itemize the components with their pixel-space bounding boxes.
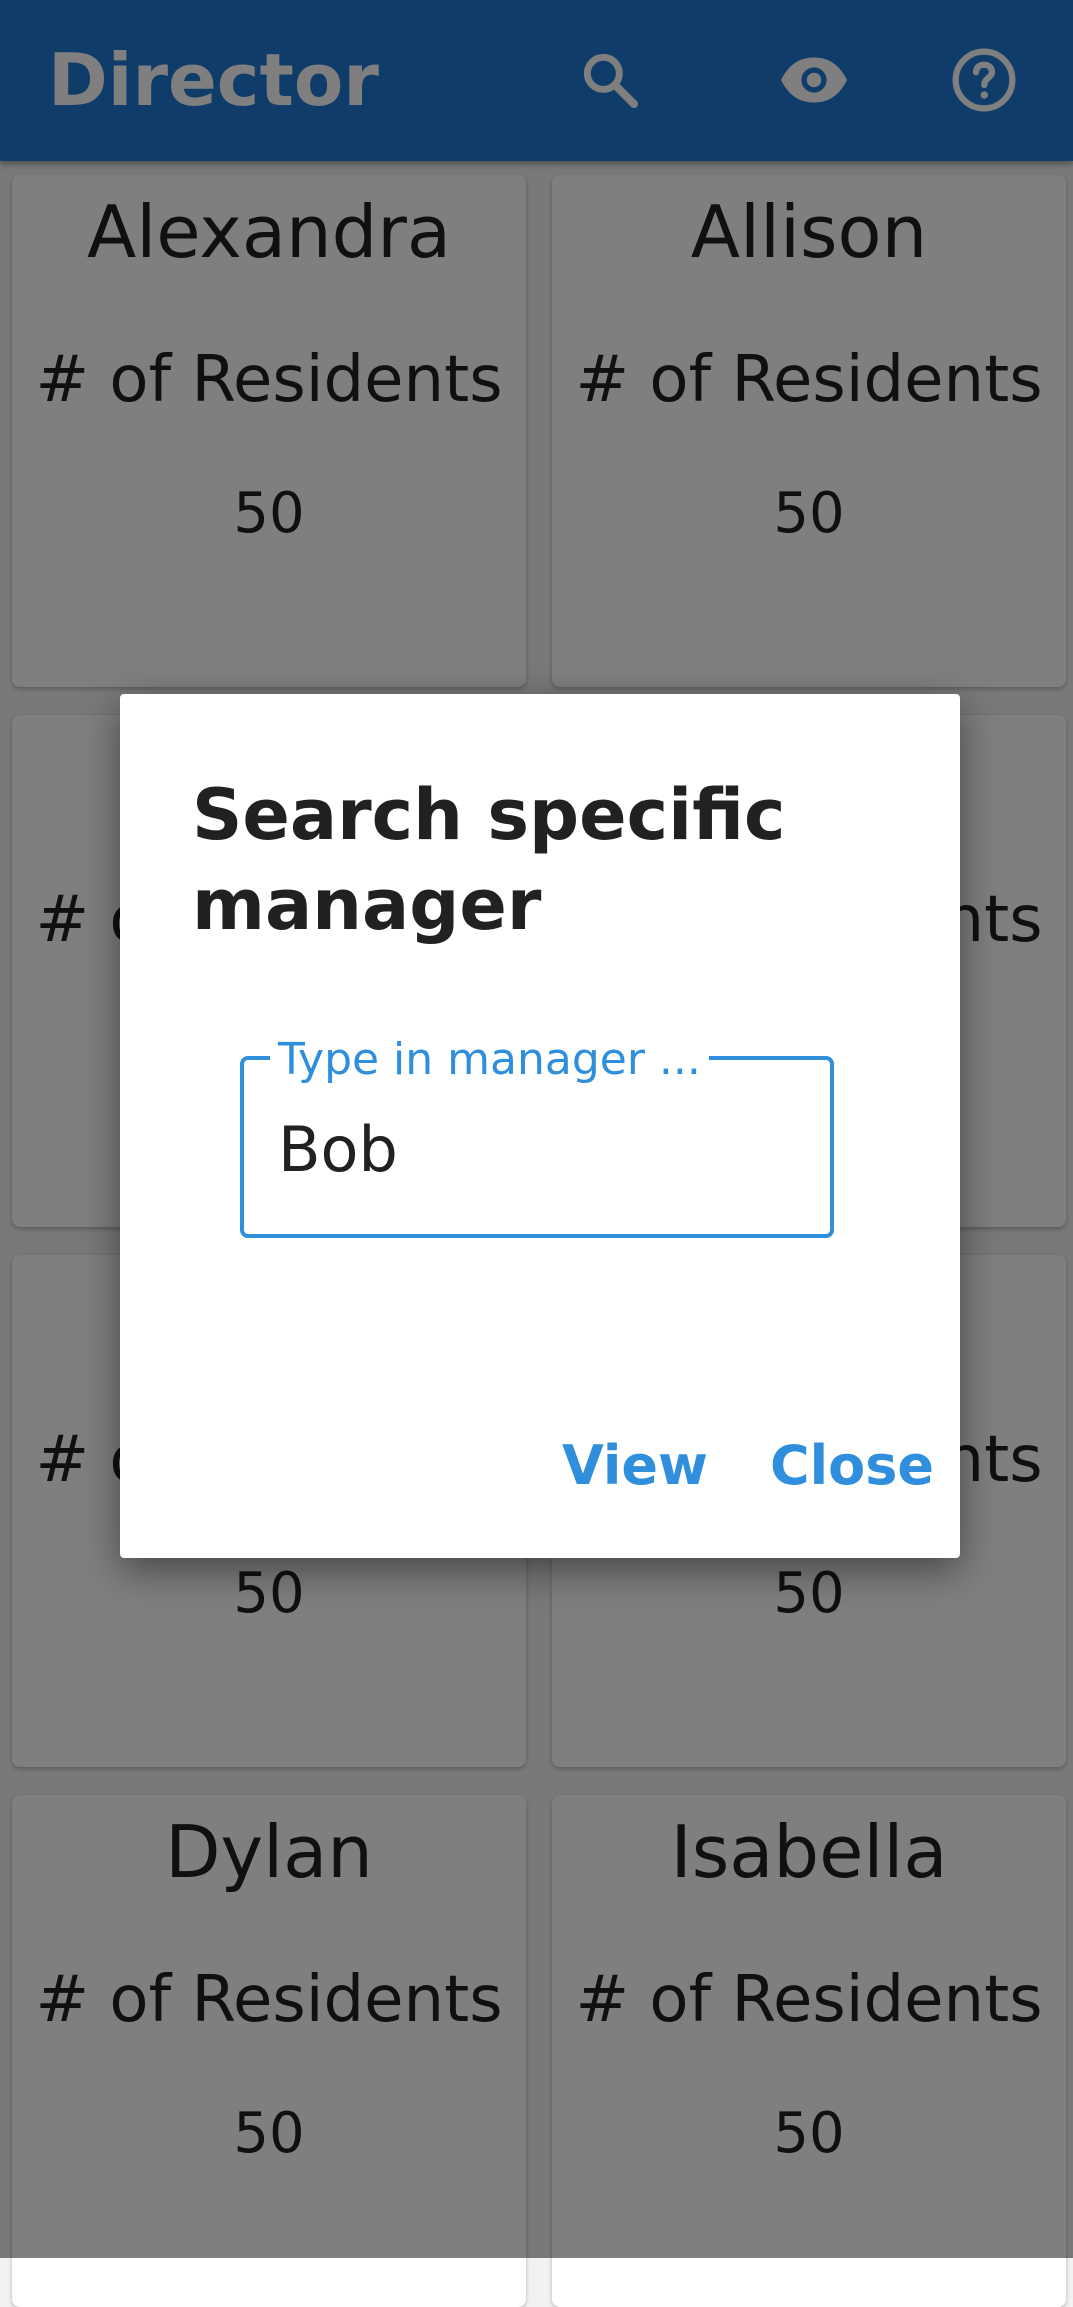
view-button[interactable]: View: [562, 1426, 708, 1506]
search-manager-dialog: Search specific manager Type in manager …: [120, 694, 960, 1558]
manager-search-field[interactable]: Type in manager ... Bob: [240, 1036, 834, 1238]
close-button[interactable]: Close: [770, 1426, 934, 1506]
manager-field-value[interactable]: Bob: [278, 1110, 398, 1190]
dialog-title: Search specific manager: [192, 774, 786, 946]
manager-field-label: Type in manager ...: [270, 1036, 709, 1084]
